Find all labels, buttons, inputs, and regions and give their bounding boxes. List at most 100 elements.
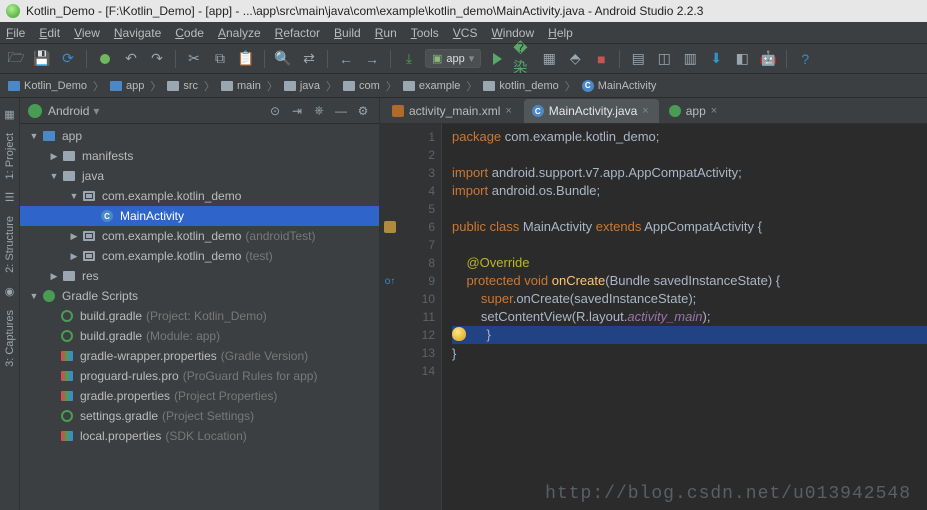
menu-run[interactable]: Run	[375, 26, 397, 40]
tree-node-java[interactable]: java	[20, 166, 379, 186]
project-tab-icon[interactable]: ▦	[4, 108, 14, 121]
tree-expand-icon[interactable]	[68, 250, 80, 262]
tool-tab-captures[interactable]: 3: Captures	[2, 306, 18, 371]
menu-code[interactable]: Code	[175, 26, 204, 40]
redo-icon[interactable]: ↷	[147, 49, 167, 69]
editor-tab-mainactivity-java[interactable]: CMainActivity.java×	[524, 99, 659, 123]
menu-build[interactable]: Build	[334, 26, 361, 40]
code-line[interactable]: package com.example.kotlin_demo;	[452, 128, 927, 146]
tool-tab-structure[interactable]: 2: Structure	[2, 212, 18, 277]
code-line[interactable]	[452, 363, 927, 381]
tree-node-mainactivity[interactable]: CMainActivity	[20, 206, 379, 226]
run-gutter-icon[interactable]	[384, 221, 396, 233]
crumb-main[interactable]: main	[219, 80, 263, 92]
attach-debugger-icon[interactable]: ⬘	[565, 49, 585, 69]
layout-inspector-icon[interactable]: ▤	[628, 49, 648, 69]
tree-node-proguard-rules-pro[interactable]: proguard-rules.pro (ProGuard Rules for a…	[20, 366, 379, 386]
run-config-selector[interactable]: ▣ app ▾	[425, 49, 481, 68]
tree-expand-icon[interactable]	[28, 290, 40, 302]
close-tab-icon[interactable]: ×	[711, 105, 717, 117]
help-icon[interactable]: ?	[795, 49, 815, 69]
cut-icon[interactable]: ✂	[184, 49, 204, 69]
scroll-from-source-icon[interactable]: ⇥	[289, 103, 305, 119]
tree-expand-icon[interactable]	[48, 270, 60, 282]
find-icon[interactable]: 🔍	[273, 49, 293, 69]
crumb-app[interactable]: app	[108, 80, 146, 92]
code-line[interactable]: public class MainActivity extends AppCom…	[452, 218, 927, 236]
tree-expand-icon[interactable]	[48, 150, 60, 162]
code-line[interactable]: }	[452, 345, 927, 363]
back-icon[interactable]: ←	[336, 49, 356, 69]
tree-node-build-gradle[interactable]: build.gradle (Project: Kotlin_Demo)	[20, 306, 379, 326]
menu-refactor[interactable]: Refactor	[275, 26, 320, 40]
replace-icon[interactable]: ⇄	[299, 49, 319, 69]
code-line[interactable]: }	[452, 326, 927, 344]
crumb-mainactivity[interactable]: CMainActivity	[580, 80, 659, 92]
paste-icon[interactable]: 📋	[236, 49, 256, 69]
tree-expand-icon[interactable]	[68, 230, 80, 242]
profile-icon[interactable]: ▦	[539, 49, 559, 69]
run-icon[interactable]	[487, 49, 507, 69]
code-line[interactable]	[452, 236, 927, 254]
chevron-down-icon[interactable]: ▾	[93, 104, 99, 118]
close-tab-icon[interactable]: ×	[642, 105, 648, 117]
sync-icon[interactable]: ⟳	[58, 49, 78, 69]
make-project-icon[interactable]: ⤓	[399, 49, 419, 69]
gear-icon[interactable]: ⚙	[355, 103, 371, 119]
code-line[interactable]: protected void onCreate(Bundle savedInst…	[452, 272, 927, 290]
crumb-com[interactable]: com	[341, 80, 382, 92]
collapse-all-icon[interactable]: ⊙	[267, 103, 283, 119]
menu-help[interactable]: Help	[548, 26, 573, 40]
hide-icon[interactable]: —	[333, 103, 349, 119]
theme-editor-icon[interactable]: ◧	[732, 49, 752, 69]
intention-bulb-icon[interactable]	[452, 327, 466, 341]
gradle-icon[interactable]: ◫	[654, 49, 674, 69]
code-line[interactable]: setContentView(R.layout.activity_main);	[452, 308, 927, 326]
structure-tab-icon[interactable]: ☰	[5, 191, 15, 204]
override-gutter-icon[interactable]: o↑	[385, 276, 396, 287]
crumb-src[interactable]: src	[165, 80, 200, 92]
debug-icon[interactable]: �染	[513, 49, 533, 69]
tree-node-gradle-properties[interactable]: gradle.properties (Project Properties)	[20, 386, 379, 406]
editor-tab-app[interactable]: app×	[661, 99, 727, 123]
tree-node-com-example-kotlin-demo[interactable]: com.example.kotlin_demo (test)	[20, 246, 379, 266]
code-line[interactable]: import android.os.Bundle;	[452, 182, 927, 200]
code-line[interactable]: super.onCreate(savedInstanceState);	[452, 290, 927, 308]
crumb-java[interactable]: java	[282, 80, 322, 92]
tree-expand-icon[interactable]	[28, 130, 40, 142]
code-line[interactable]	[452, 146, 927, 164]
close-tab-icon[interactable]: ×	[505, 105, 511, 117]
tree-node-res[interactable]: res	[20, 266, 379, 286]
tree-node-build-gradle[interactable]: build.gradle (Module: app)	[20, 326, 379, 346]
menu-navigate[interactable]: Navigate	[114, 26, 161, 40]
tree-expand-icon[interactable]	[48, 170, 60, 182]
copy-icon[interactable]: ⧉	[210, 49, 230, 69]
code-line[interactable]	[452, 200, 927, 218]
project-view-mode[interactable]: Android	[48, 104, 89, 118]
tree-node-settings-gradle[interactable]: settings.gradle (Project Settings)	[20, 406, 379, 426]
tree-node-manifests[interactable]: manifests	[20, 146, 379, 166]
forward-icon[interactable]: →	[362, 49, 382, 69]
avd-manager-icon[interactable]	[95, 49, 115, 69]
show-options-icon[interactable]: ⎈	[311, 103, 327, 119]
menu-analyze[interactable]: Analyze	[218, 26, 261, 40]
save-all-icon[interactable]: 💾	[32, 49, 52, 69]
tree-node-com-example-kotlin-demo[interactable]: com.example.kotlin_demo	[20, 186, 379, 206]
crumb-kotlin_demo[interactable]: Kotlin_Demo	[6, 80, 89, 92]
tree-expand-icon[interactable]	[68, 190, 80, 202]
menu-window[interactable]: Window	[491, 26, 534, 40]
tree-node-com-example-kotlin-demo[interactable]: com.example.kotlin_demo (androidTest)	[20, 226, 379, 246]
tree-node-gradle-wrapper-properties[interactable]: gradle-wrapper.properties (Gradle Versio…	[20, 346, 379, 366]
tree-node-local-properties[interactable]: local.properties (SDK Location)	[20, 426, 379, 446]
project-tree[interactable]: appmanifestsjavacom.example.kotlin_demoC…	[20, 124, 379, 510]
open-icon[interactable]: 🗁	[6, 49, 26, 69]
tool-tab-project[interactable]: 1: Project	[2, 129, 18, 183]
crumb-example[interactable]: example	[401, 80, 463, 92]
editor-tab-activity-main-xml[interactable]: activity_main.xml×	[384, 99, 522, 123]
code-line[interactable]: @Override	[452, 254, 927, 272]
stop-icon[interactable]: ■	[591, 49, 611, 69]
menu-view[interactable]: View	[74, 26, 100, 40]
menu-vcs[interactable]: VCS	[453, 26, 478, 40]
undo-icon[interactable]: ↶	[121, 49, 141, 69]
menu-file[interactable]: File	[6, 26, 25, 40]
